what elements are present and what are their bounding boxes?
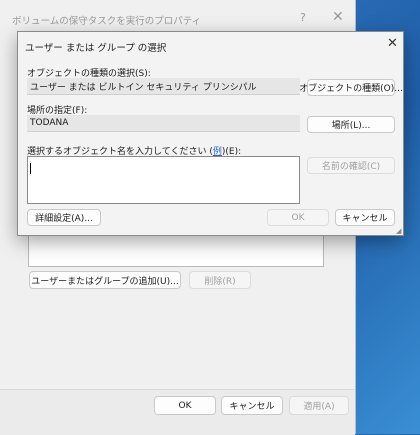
check-names-button[interactable]: 名前の確認(C) — [307, 157, 395, 174]
dialog-cancel-button[interactable]: キャンセル — [335, 209, 395, 226]
dialog-close-icon[interactable]: ✕ — [387, 36, 398, 51]
text-caret — [30, 163, 31, 174]
object-names-input[interactable] — [27, 156, 300, 204]
location-field: TODANA — [27, 115, 300, 132]
apply-button[interactable]: 適用(A) — [289, 396, 349, 415]
object-types-button[interactable]: オブジェクトの種類(O)... — [299, 79, 403, 96]
properties-window-title: ボリュームの保守タスクを実行のプロパティ — [12, 16, 202, 27]
properties-ok-button[interactable]: OK — [154, 396, 216, 415]
users-groups-list[interactable] — [28, 234, 324, 267]
object-type-field: ユーザー または ビルトイン セキュリティ プリンシパル — [27, 78, 300, 95]
locations-button[interactable]: 場所(L)... — [307, 116, 395, 133]
advanced-button[interactable]: 詳細設定(A)... — [27, 209, 101, 226]
dialog-title: ユーザー または グループ の選択 — [25, 43, 167, 54]
resize-grip-icon[interactable]: ◢ — [396, 227, 401, 235]
add-user-group-button[interactable]: ユーザーまたはグループの追加(U)... — [29, 271, 181, 289]
select-users-groups-dialog: ユーザー または グループ の選択 ✕ オブジェクトの種類の選択(S): ユーザ… — [17, 31, 404, 236]
properties-cancel-button[interactable]: キャンセル — [221, 396, 283, 415]
remove-button[interactable]: 削除(R) — [189, 271, 251, 289]
close-icon[interactable]: ✕ — [332, 9, 344, 25]
dialog-ok-button[interactable]: OK — [267, 209, 329, 226]
help-icon[interactable]: ? — [300, 11, 306, 24]
